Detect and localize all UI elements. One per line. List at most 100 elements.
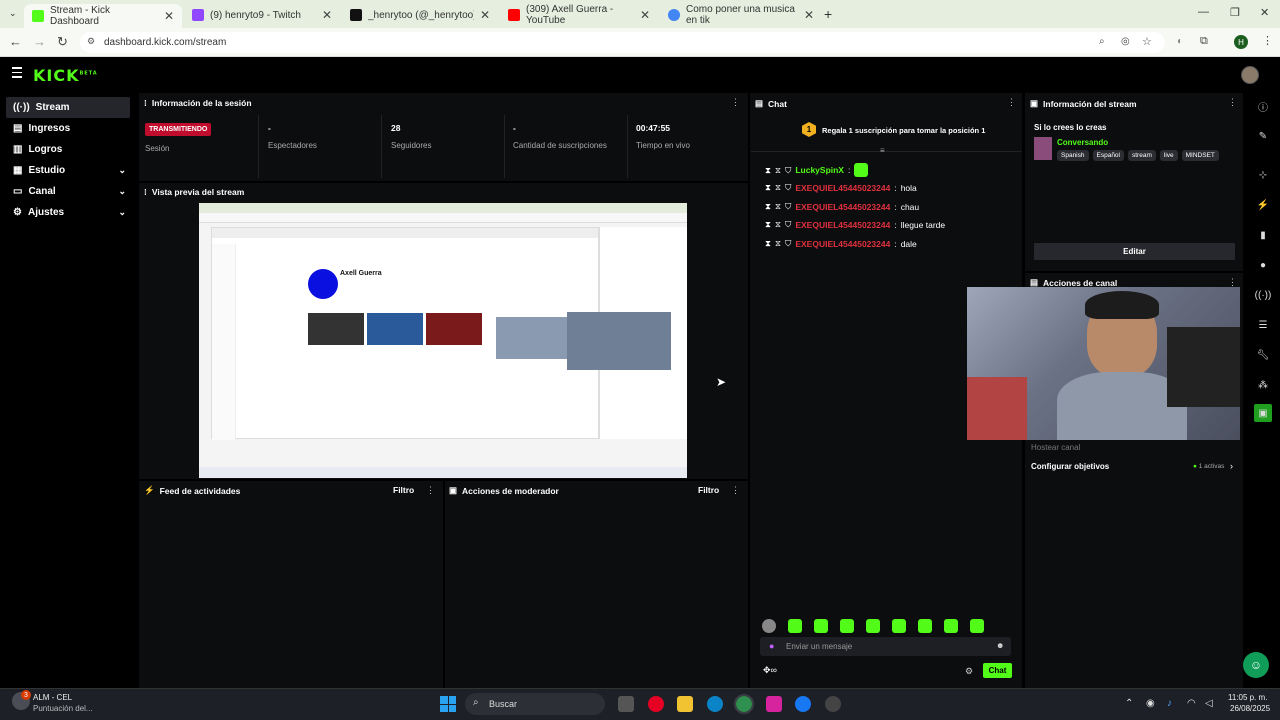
- bookmark-star-icon[interactable]: ☆: [1142, 35, 1152, 48]
- kick-logo[interactable]: KICKBETA: [33, 66, 98, 85]
- edit-stream-button[interactable]: Editar: [1034, 243, 1235, 260]
- sidebar-item-ingresos[interactable]: ▤ Ingresos: [6, 118, 130, 139]
- microphone-tray-icon[interactable]: ♪: [1167, 698, 1172, 709]
- facebook-icon[interactable]: [795, 696, 811, 712]
- feed-menu-icon[interactable]: ⋮: [426, 485, 435, 496]
- extensions-puzzle-icon[interactable]: ⧉: [1200, 35, 1208, 48]
- emoji-icon[interactable]: ☻: [996, 641, 1004, 650]
- bolt-icon[interactable]: ⚡: [1254, 196, 1272, 214]
- user-avatar[interactable]: [1241, 66, 1259, 84]
- file-explorer-icon[interactable]: [677, 696, 693, 712]
- gift-sub-text[interactable]: Regala 1 suscripción para tomar la posic…: [822, 126, 985, 135]
- configure-goals-button[interactable]: Configurar objetivos: [1031, 462, 1109, 471]
- moderator-filter-button[interactable]: Filtro: [698, 485, 719, 495]
- document-icon[interactable]: ▮: [1254, 226, 1272, 244]
- share-icon[interactable]: ⁂: [1254, 376, 1272, 394]
- browser-menu-icon[interactable]: ⋮: [1262, 34, 1273, 47]
- pinterest-icon[interactable]: [648, 696, 664, 712]
- send-chat-button[interactable]: Chat: [983, 663, 1012, 678]
- feed-filter-button[interactable]: Filtro: [393, 485, 414, 495]
- studio-icon[interactable]: ▣: [1254, 404, 1272, 422]
- emote-icon[interactable]: [866, 619, 880, 633]
- close-tab-icon[interactable]: ✕: [322, 8, 332, 22]
- layers-icon[interactable]: ☰: [1254, 316, 1272, 334]
- drag-icon[interactable]: ⁞: [144, 98, 147, 108]
- host-channel-label[interactable]: Hostear canal: [1031, 443, 1080, 452]
- emote-icon[interactable]: [944, 619, 958, 633]
- info-icon[interactable]: ⓘ: [1254, 97, 1272, 115]
- notification-app-icon[interactable]: 3: [12, 690, 31, 710]
- close-tab-icon[interactable]: ✕: [804, 8, 814, 22]
- close-window-button[interactable]: ✕: [1260, 6, 1269, 19]
- chat-bubble-icon[interactable]: ●: [1254, 256, 1272, 274]
- chat-message-input[interactable]: ● Enviar un mensaje ☻: [760, 637, 1011, 656]
- close-tab-icon[interactable]: ✕: [164, 9, 174, 23]
- clock-time[interactable]: 11:05 p. m.: [1228, 693, 1267, 702]
- address-bar[interactable]: ⚙ dashboard.kick.com/stream: [80, 32, 1165, 53]
- taskbar-search[interactable]: ⌕ Buscar: [465, 693, 605, 715]
- clock-date[interactable]: 26/08/2025: [1230, 704, 1270, 713]
- tray-app-icon[interactable]: ◉: [1146, 698, 1155, 709]
- tab-google[interactable]: Como poner una musica en tik ✕: [660, 4, 822, 26]
- category-label[interactable]: Conversando: [1057, 138, 1108, 147]
- close-tab-icon[interactable]: ✕: [480, 8, 490, 22]
- extension-icon[interactable]: ◐: [1177, 36, 1183, 47]
- stream-info-menu-icon[interactable]: ⋮: [1228, 97, 1237, 108]
- volume-icon[interactable]: ◁: [1205, 698, 1213, 709]
- collapse-icon[interactable]: ≡: [880, 146, 885, 155]
- site-info-icon[interactable]: ⚙: [87, 36, 95, 47]
- new-tab-button[interactable]: +: [824, 6, 832, 22]
- wrench-icon[interactable]: 🔧︎: [1254, 346, 1272, 364]
- sidebar-item-estudio[interactable]: ▦ Estudio ⌄: [6, 160, 130, 181]
- microphone-icon[interactable]: ●: [769, 641, 774, 651]
- emote-icon[interactable]: [918, 619, 932, 633]
- back-icon[interactable]: ←: [9, 34, 22, 49]
- minimize-button[interactable]: —: [1198, 6, 1209, 18]
- hamburger-menu-icon[interactable]: [12, 67, 22, 78]
- instagram-icon[interactable]: [766, 696, 782, 712]
- restore-button[interactable]: ❐: [1230, 6, 1240, 19]
- emote-icon[interactable]: [892, 619, 906, 633]
- chat-tools-icon[interactable]: ✥∞: [763, 665, 777, 676]
- tab-twitch[interactable]: (9) henryto9 - Twitch ✕: [184, 4, 340, 26]
- windows-start-icon[interactable]: [440, 696, 456, 712]
- chevron-right-icon[interactable]: ›: [1230, 461, 1233, 471]
- close-tab-icon[interactable]: ✕: [640, 8, 650, 22]
- stream-preview-video[interactable]: Axell Guerra: [199, 203, 687, 478]
- tray-chevron-icon[interactable]: ⌃: [1125, 698, 1133, 709]
- tab-kick-dashboard[interactable]: Stream - Kick Dashboard ✕: [24, 4, 182, 28]
- target-icon[interactable]: ⊹: [1254, 166, 1272, 184]
- wifi-icon[interactable]: ◠: [1187, 698, 1196, 709]
- chat-menu-icon[interactable]: ⋮: [1007, 97, 1016, 108]
- session-label: Sesión: [145, 144, 170, 153]
- eye-off-icon[interactable]: ◎: [1121, 36, 1130, 47]
- emote-icon[interactable]: [814, 619, 828, 633]
- reload-icon[interactable]: ↻: [57, 34, 68, 50]
- task-view-icon[interactable]: [618, 696, 634, 712]
- emote-icon[interactable]: [970, 619, 984, 633]
- emote-icon[interactable]: [840, 619, 854, 633]
- tab-tiktok[interactable]: _henrytoo (@_henrytoo) está en✕: [342, 4, 498, 26]
- drag-icon[interactable]: ⁞: [144, 187, 147, 197]
- badge-icon: ⧖: [774, 201, 781, 211]
- chat-settings-icon[interactable]: ⚙: [965, 666, 973, 677]
- sidebar-item-logros[interactable]: ▥ Logros: [6, 139, 130, 160]
- tab-list-icon[interactable]: ⌄: [9, 8, 17, 19]
- sidebar-item-stream[interactable]: ((·)) Stream: [6, 97, 130, 118]
- session-menu-icon[interactable]: ⋮: [731, 97, 740, 108]
- emote-icon[interactable]: [788, 619, 802, 633]
- pencil-icon[interactable]: ✎: [1254, 127, 1272, 145]
- sidebar-item-canal[interactable]: ▭ Canal ⌄: [6, 181, 130, 202]
- obs-icon[interactable]: [825, 696, 841, 712]
- forward-icon[interactable]: →: [33, 34, 46, 49]
- chrome-icon[interactable]: [734, 694, 754, 714]
- tab-youtube[interactable]: (309) Axell Guerra - YouTube ✕: [500, 4, 658, 26]
- profile-avatar[interactable]: H: [1234, 35, 1248, 49]
- zoom-icon[interactable]: ⌕: [1099, 36, 1105, 47]
- support-chat-icon[interactable]: ☺: [1243, 652, 1269, 678]
- emote-icon[interactable]: [762, 619, 776, 633]
- broadcast-icon[interactable]: ((·)): [1254, 286, 1272, 304]
- sidebar-item-ajustes[interactable]: ⚙ Ajustes ⌄: [6, 202, 130, 223]
- moderator-menu-icon[interactable]: ⋮: [731, 485, 740, 496]
- edge-icon[interactable]: [707, 696, 723, 712]
